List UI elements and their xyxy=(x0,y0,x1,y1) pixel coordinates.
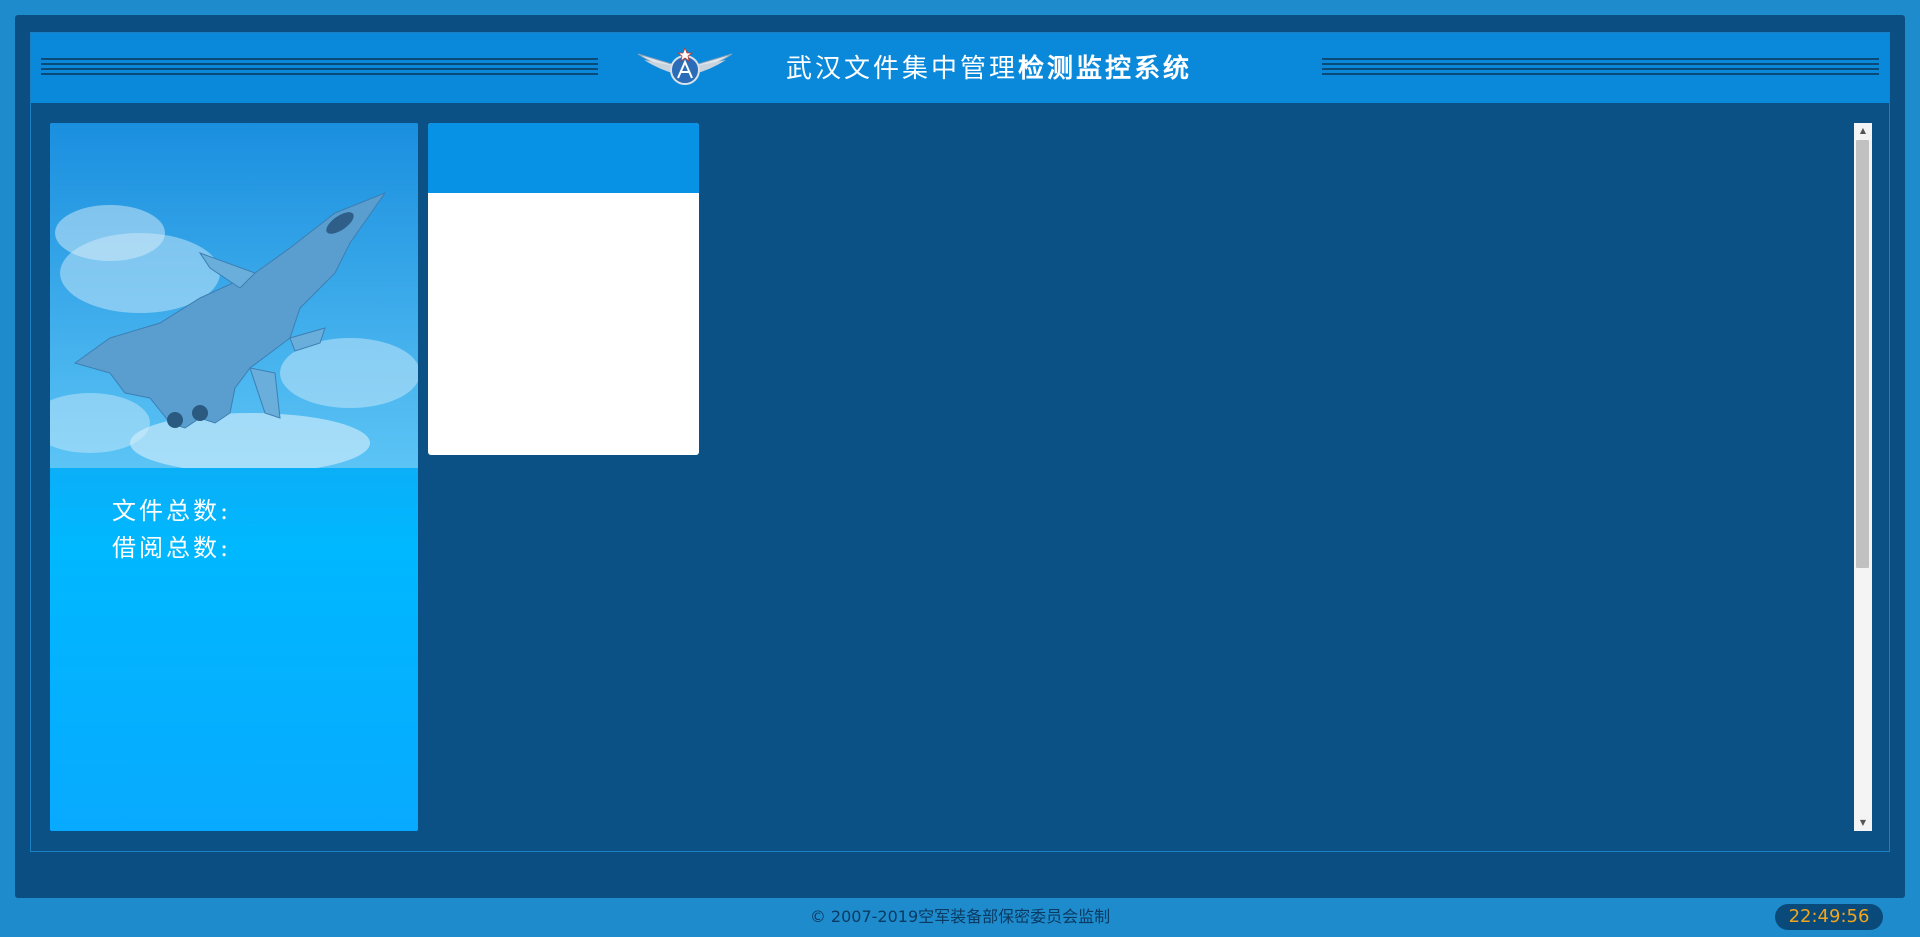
header-decor-lines-right xyxy=(1322,58,1879,75)
main-panel: 武汉文件集中管理检测监控系统 文件总数: 借阅总数: ▲ ▼ xyxy=(30,32,1890,852)
page-title: 武汉文件集中管理检测监控系统 xyxy=(786,51,1192,87)
title-bold-part: 检测监控系统 xyxy=(1018,54,1193,84)
title-regular-part: 武汉文件集中管理 xyxy=(786,54,1019,84)
content-card xyxy=(428,123,699,455)
stats-sidebar: 文件总数: 借阅总数: xyxy=(50,123,418,831)
air-force-wings-emblem-icon xyxy=(637,46,733,85)
stats-list: 文件总数: 借阅总数: xyxy=(112,493,231,567)
scroll-down-arrow-icon[interactable]: ▼ xyxy=(1854,815,1872,831)
total-borrowed-label: 借阅总数: xyxy=(112,534,232,562)
vertical-scrollbar[interactable]: ▲ ▼ xyxy=(1854,123,1872,831)
clock-badge: 22:49:56 xyxy=(1775,904,1883,930)
scroll-up-arrow-icon[interactable]: ▲ xyxy=(1854,123,1872,139)
copyright-footer: © 2007-2019空军装备部保密委员会监制 xyxy=(809,907,1111,926)
header-decor-lines-left xyxy=(41,58,598,75)
header-bar: 武汉文件集中管理检测监控系统 xyxy=(31,33,1889,103)
scroll-thumb[interactable] xyxy=(1856,140,1869,568)
total-files-label: 文件总数: xyxy=(112,497,232,525)
content-card-header xyxy=(428,123,699,193)
fighter-jet-in-clouds-image xyxy=(50,123,418,468)
